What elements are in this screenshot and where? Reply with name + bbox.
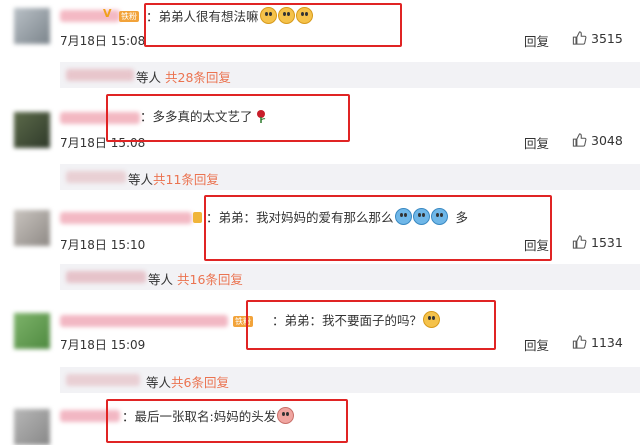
replier-names-blurred xyxy=(66,271,146,283)
fan-badge: 铁粉 xyxy=(233,316,253,327)
fan-badge: 铁粉 xyxy=(119,11,139,22)
vip-icon: V xyxy=(103,7,112,20)
like-button[interactable]: 1531 xyxy=(572,235,623,250)
reply-count-link[interactable]: 共6条回复 xyxy=(171,375,229,390)
comment-2: ：多多真的太文艺了 7月18日 15:08 回复 3048 等人共11条回复 xyxy=(0,90,640,190)
reply-button[interactable]: 回复 xyxy=(524,31,549,50)
replies-summary-text: 等人 共16条回复 xyxy=(148,269,243,288)
comment-text: ：弟弟：我对妈妈的爱有那么那么 多 xyxy=(206,208,468,227)
timestamp: 7月18日 15:10 xyxy=(60,238,146,252)
face-emoji-icon xyxy=(277,407,295,424)
avatar[interactable] xyxy=(14,112,50,148)
face-emoji-icon xyxy=(259,7,277,24)
timestamp: 7月18日 15:09 xyxy=(60,338,146,352)
like-count: 1134 xyxy=(591,335,623,350)
reply-count-link[interactable]: 共28条回复 xyxy=(165,70,231,85)
replies-summary-text: 等人共11条回复 xyxy=(128,169,219,188)
replies-summary[interactable]: 等人共11条回复 xyxy=(60,164,640,190)
face-emoji-icon xyxy=(423,311,441,328)
like-button[interactable]: 3515 xyxy=(572,31,623,46)
username-blurred[interactable] xyxy=(60,112,140,124)
reply-count-link[interactable]: 共16条回复 xyxy=(177,272,243,287)
replies-suffix: 等人 xyxy=(146,375,172,390)
face-emoji-icon xyxy=(277,7,295,24)
comment-text: ：多多真的太文艺了 xyxy=(140,108,267,126)
like-count: 1531 xyxy=(591,235,623,250)
comment-text-content: ：最后一张取名:妈妈的头发 xyxy=(122,409,277,424)
comment-text-content: ：多多真的太文艺了 xyxy=(140,109,253,124)
comment-5: ：最后一张取名:妈妈的头发 xyxy=(0,395,640,445)
avatar[interactable] xyxy=(14,210,50,246)
face-emoji-icon xyxy=(295,7,313,24)
reply-button[interactable]: 回复 xyxy=(524,335,549,354)
comment-text-content: ：弟弟人很有想法嘛 xyxy=(146,9,259,24)
username-blurred[interactable] xyxy=(60,315,228,327)
timestamp: 7月18日 15:08 xyxy=(60,136,146,150)
face-emoji-icon xyxy=(430,208,448,225)
like-button[interactable]: 1134 xyxy=(572,335,623,350)
face-emoji-icon xyxy=(394,208,412,225)
replies-suffix: 等人 xyxy=(128,172,154,187)
avatar[interactable] xyxy=(14,8,50,44)
like-button[interactable]: 3048 xyxy=(572,133,623,148)
username-blurred[interactable] xyxy=(60,410,120,422)
comment-text: ：弟弟：我不要面子的吗？ xyxy=(272,311,441,330)
comment-text-content: ：弟弟：我对妈妈的爱有那么那么 xyxy=(206,210,394,225)
replies-summary[interactable]: 等人 共16条回复 xyxy=(60,264,640,290)
username-blurred[interactable] xyxy=(60,212,192,224)
face-emoji-icon xyxy=(412,208,430,225)
replier-names-blurred xyxy=(66,171,126,183)
comment-text-tail: 多 xyxy=(455,210,468,225)
rose-icon xyxy=(256,110,265,123)
comment-3: ：弟弟：我对妈妈的爱有那么那么 多 7月18日 15:10 回复 1531 等人… xyxy=(0,190,640,295)
thumbs-up-icon xyxy=(572,31,587,45)
comment-text-content: ：弟弟：我不要面子的吗？ xyxy=(272,313,423,328)
comment-1: V 铁粉 ：弟弟人很有想法嘛 7月18日 15:08 回复 3515 等人 共2… xyxy=(0,0,640,90)
like-count: 3515 xyxy=(591,31,623,46)
fan-badge-icon xyxy=(193,212,203,223)
replier-names-blurred xyxy=(66,69,134,81)
replies-suffix: 等人 xyxy=(136,70,162,85)
replies-summary[interactable]: 等人共6条回复 xyxy=(60,367,640,393)
thumbs-up-icon xyxy=(572,133,587,147)
replies-summary-text: 等人 共28条回复 xyxy=(136,67,231,86)
avatar[interactable] xyxy=(14,409,50,445)
replies-summary[interactable]: 等人 共28条回复 xyxy=(60,62,640,88)
like-count: 3048 xyxy=(591,133,623,148)
replies-summary-text: 等人共6条回复 xyxy=(146,372,229,391)
replier-names-blurred xyxy=(66,374,140,386)
reply-count-link[interactable]: 共11条回复 xyxy=(153,172,219,187)
avatar[interactable] xyxy=(14,313,50,349)
thumbs-up-icon xyxy=(572,235,587,249)
thumbs-up-icon xyxy=(572,335,587,349)
reply-button[interactable]: 回复 xyxy=(524,235,549,254)
timestamp: 7月18日 15:08 xyxy=(60,34,146,48)
highlight-box xyxy=(204,195,552,261)
replies-suffix: 等人 xyxy=(148,272,174,287)
reply-button[interactable]: 回复 xyxy=(524,133,549,152)
comment-text: ：弟弟人很有想法嘛 xyxy=(146,7,313,26)
comment-text: ：最后一张取名:妈妈的头发 xyxy=(122,407,295,426)
comment-4: 铁粉 ：弟弟：我不要面子的吗？ 7月18日 15:09 回复 1134 等人共6… xyxy=(0,295,640,395)
